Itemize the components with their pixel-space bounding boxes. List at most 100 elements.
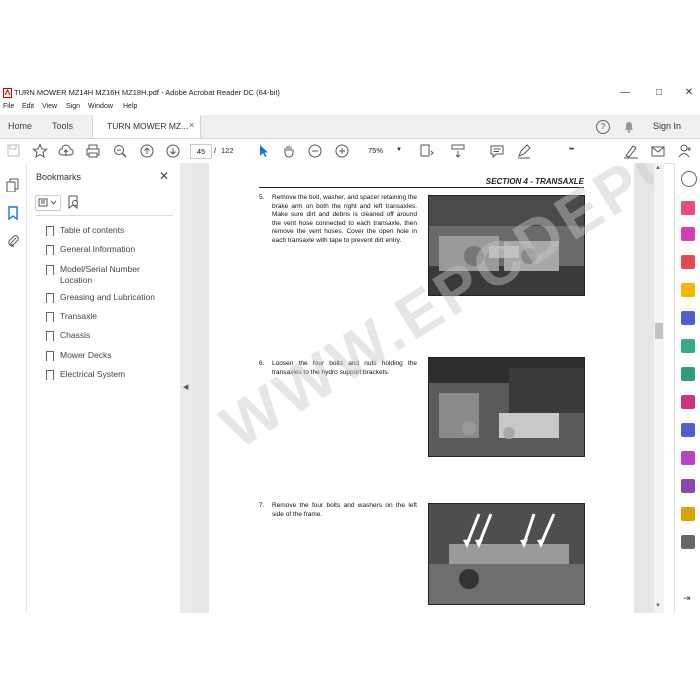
bookmark-options-dropdown[interactable] [35,195,61,211]
chevron-down-icon: ▼ [396,147,402,153]
menu-bar: File Edit View Sign Window Help [0,103,700,115]
window-title: TURN MOWER MZ14H MZ16H MZ18H.pdf - Adobe… [14,88,280,97]
menu-file[interactable]: File [3,103,14,110]
bookmark-icon [46,226,54,236]
menu-edit[interactable]: Edit [22,103,34,110]
acrobat-app-icon [3,88,12,98]
title-bar: TURN MOWER MZ14H MZ16H MZ18H.pdf - Adobe… [0,83,700,103]
tab-home[interactable]: Home [8,121,32,131]
bookmark-label: Transaxle [60,311,98,321]
organize-pages-icon[interactable] [681,339,695,353]
attachments-icon[interactable] [6,234,20,248]
bookmark-icon [46,331,54,341]
sign-in-button[interactable]: Sign In [653,121,681,131]
menu-help[interactable]: Help [123,103,137,110]
zoom-value: 75% [368,146,384,155]
create-pdf-icon[interactable] [681,201,695,215]
bookmarks-pane: Bookmarks ✕ Table of contents General In… [27,163,181,613]
step-number: 7. [259,502,265,509]
bookmarks-panel-icon[interactable] [6,206,20,221]
more-tools-icon[interactable]: ••• [569,146,574,153]
bookmark-icon [46,312,54,322]
bookmark-icon [46,293,54,303]
bookmark-label: Electrical System [60,369,126,379]
tab-tools[interactable]: Tools [52,121,73,131]
protect-icon[interactable] [681,423,695,437]
page-separator: / [214,146,217,155]
collapse-arrow-icon: ◀ [183,384,189,391]
email-icon[interactable] [650,143,666,159]
expand-panel-icon[interactable]: ⇥ [683,593,691,604]
step-text: Remove the bolt, washer, and spacer reta… [272,194,417,244]
bookmark-label: Table of contents [60,225,125,235]
menu-sign[interactable]: Sign [66,103,80,110]
edit-pdf-icon[interactable] [681,227,695,241]
page-fit-icon[interactable] [418,143,434,159]
step-text: Remove the four bolts and washers on the… [272,502,417,518]
step-number: 6. [259,360,265,367]
page-number-input[interactable]: 45 [190,144,212,159]
cloud-upload-icon[interactable] [58,143,74,159]
right-tools-panel: ⇥ [674,163,700,613]
zoom-search-icon[interactable] [681,171,697,187]
maximize-button[interactable]: □ [650,85,668,101]
bookmark-star-icon[interactable] [32,143,48,159]
scroll-down-icon[interactable]: ▼ [655,603,661,609]
notification-bell-icon[interactable] [623,120,635,133]
document-viewport[interactable]: SECTION 4 - TRANSAXLE 5. Remove the bolt… [192,163,662,613]
select-cursor-icon[interactable] [255,143,271,159]
vertical-scrollbar[interactable]: ▲ ▼ [654,163,664,613]
bookmark-label: General Information [60,244,136,254]
zoom-level-dropdown[interactable]: 75% ▼ [360,144,412,157]
close-window-button[interactable]: ✕ [680,85,698,101]
step-number: 5. [259,194,265,201]
close-bookmarks-icon[interactable]: ✕ [159,169,169,183]
close-tab-icon[interactable]: × [189,120,194,130]
pane-collapse-handle[interactable]: ◀ [180,163,192,613]
find-bookmark-icon[interactable] [67,195,81,209]
left-nav-strip [0,163,27,613]
fill-sign-tool-icon[interactable] [681,395,695,409]
minimize-button[interactable]: — [616,85,634,101]
scan-ocr-icon[interactable] [681,367,695,381]
scrollbar-thumb[interactable] [655,323,663,339]
help-icon[interactable]: ? [596,120,610,134]
section-header: SECTION 4 - TRANSAXLE [259,177,584,188]
save-icon[interactable] [6,143,22,159]
tab-document[interactable]: TURN MOWER MZ... × [92,115,201,138]
hydro-bracket-photo [428,357,585,457]
combine-files-icon[interactable] [681,311,695,325]
previous-page-icon[interactable] [139,143,155,159]
export-pdf-icon[interactable] [681,255,695,269]
hand-tool-icon[interactable] [281,143,297,159]
bookmark-label: Greasing and Lubrication [60,292,155,302]
highlight-pen-icon[interactable] [516,143,532,159]
menu-window[interactable]: Window [88,103,113,110]
bookmark-label: Chassis [60,330,91,340]
frame-bolts-photo [428,503,585,605]
bookmark-icon [46,351,54,361]
menu-view[interactable]: View [42,103,57,110]
page-thumbnails-icon[interactable] [6,178,20,193]
bookmark-icon [46,370,54,380]
print-icon[interactable] [85,143,101,159]
send-for-comments-icon[interactable] [681,507,695,521]
comment-icon[interactable] [489,143,505,159]
next-page-icon[interactable] [165,143,181,159]
fill-sign-icon[interactable] [623,143,639,159]
compress-pdf-icon[interactable] [681,451,695,465]
comment-tool-icon[interactable] [681,283,695,297]
toolbar: 45 / 122 75% ▼ ••• [0,139,700,164]
pdf-page: SECTION 4 - TRANSAXLE 5. Remove the bolt… [209,163,662,613]
request-signature-icon[interactable] [681,479,695,493]
page-total: 122 [221,146,234,155]
scroll-up-icon[interactable]: ▲ [655,165,661,171]
more-tools-wrench-icon[interactable] [681,535,695,549]
zoom-out-icon[interactable] [307,143,323,159]
find-zoom-icon[interactable] [112,143,128,159]
zoom-in-icon[interactable] [334,143,350,159]
bookmark-label: Mower Decks [60,350,112,360]
scroll-mode-icon[interactable] [450,143,466,159]
share-user-icon[interactable] [677,143,693,159]
bookmarks-divider [35,215,173,216]
